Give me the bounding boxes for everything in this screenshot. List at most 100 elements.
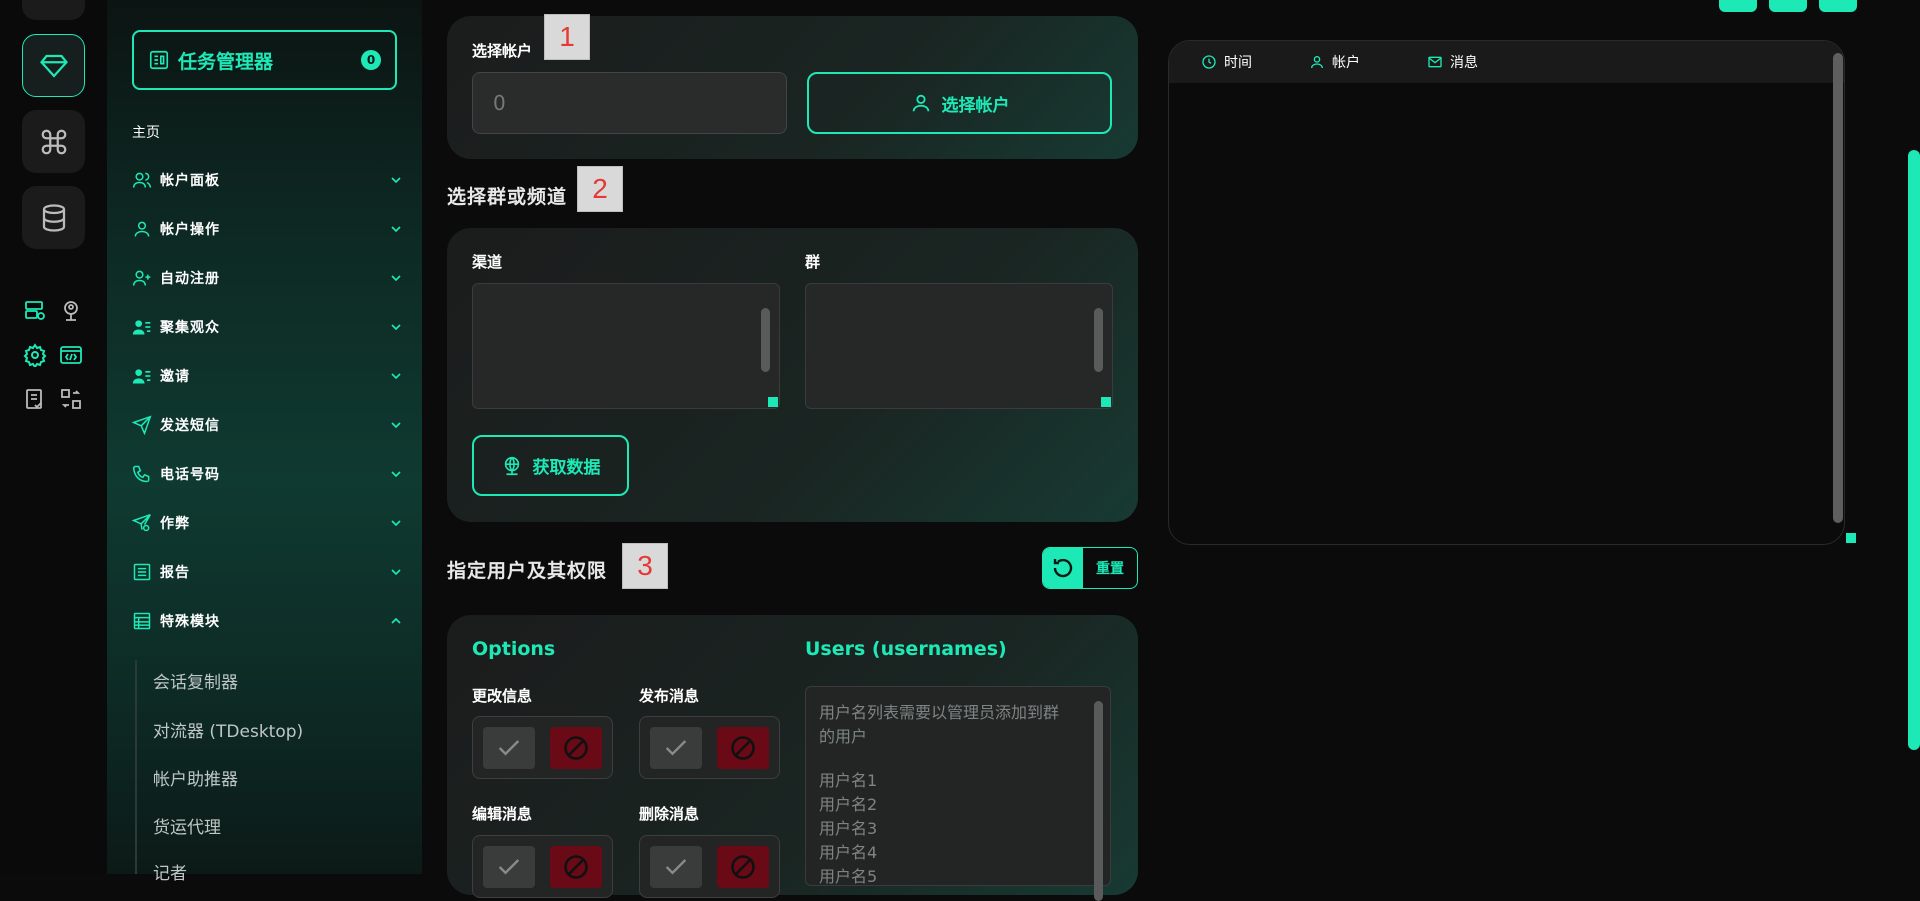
globe-icon: [504, 456, 519, 475]
resize-handle[interactable]: [1101, 397, 1111, 407]
log-column-message-label: 消息: [1450, 55, 1478, 71]
log-column-time-label: 时间: [1224, 55, 1252, 71]
resize-handle[interactable]: [768, 397, 778, 407]
sidebar-item-special-modules[interactable]: 特殊模块: [132, 609, 404, 633]
placeholder-line: 用户名2: [819, 795, 878, 814]
task-count-badge: 0: [361, 50, 381, 70]
step-marker-1: 1: [544, 14, 590, 60]
fetch-data-label: 获取数据: [532, 458, 601, 478]
log-action-button-1[interactable]: [1719, 0, 1757, 12]
sidebar-item-label: 发送短信: [160, 418, 220, 434]
log-action-button-3[interactable]: [1819, 0, 1857, 12]
options-title: Options: [472, 638, 556, 660]
sidebar-item-cheat[interactable]: 作弊: [132, 511, 404, 535]
check-icon: [498, 859, 520, 875]
deny-button[interactable]: [717, 727, 769, 769]
log-resize-handle[interactable]: [1846, 533, 1856, 543]
change-info-toggle: [472, 716, 613, 779]
submenu-session-copier[interactable]: 会话复制器: [153, 668, 238, 693]
submenu-forwarder[interactable]: 货运代理: [153, 813, 221, 838]
page-scrollbar[interactable]: [1908, 150, 1920, 750]
task-manager-label: 任务管理器: [178, 50, 274, 73]
code-window-icon[interactable]: [58, 342, 84, 368]
submenu-account-booster[interactable]: 帐户助推器: [153, 765, 238, 790]
edit-messages-toggle: [472, 835, 613, 898]
assign-users-title: 指定用户及其权限: [447, 560, 608, 582]
task-manager-button[interactable]: 任务管理器 0: [132, 30, 397, 90]
channels-scrollbar[interactable]: [761, 308, 770, 372]
delete-messages-toggle: [639, 835, 780, 898]
user-list-icon: [132, 369, 151, 384]
sidebar-item-gather-audience[interactable]: 聚集观众: [132, 315, 404, 339]
rail-top-button[interactable]: [22, 0, 85, 20]
log-column-account[interactable]: 帐户: [1309, 52, 1360, 72]
groups-scrollbar[interactable]: [1094, 308, 1103, 372]
diamond-icon[interactable]: [22, 34, 85, 97]
groups-textarea[interactable]: [805, 283, 1113, 409]
command-icon[interactable]: [22, 110, 85, 173]
submenu-converter[interactable]: 对流器 (TDesktop): [153, 717, 303, 742]
submenu-reporter[interactable]: 记者: [153, 859, 187, 884]
users-title: Users (usernames): [805, 638, 1007, 660]
check-icon: [498, 740, 520, 756]
ban-icon: [564, 855, 588, 879]
placeholder-line: 用户名3: [819, 819, 878, 838]
channels-textarea[interactable]: [472, 283, 780, 409]
deny-button[interactable]: [550, 727, 602, 769]
allow-button[interactable]: [483, 727, 535, 769]
sidebar-item-label: 聚集观众: [160, 320, 220, 336]
chevron-down-icon: [391, 177, 401, 184]
log-header: 时间 帐户 消息: [1169, 41, 1844, 83]
user-location-icon[interactable]: [58, 298, 84, 324]
database-icon[interactable]: [22, 186, 85, 249]
placeholder-gap: [819, 749, 1097, 769]
sidebar-item-auto-register[interactable]: 自动注册: [132, 266, 404, 290]
sidebar-item-report[interactable]: 报告: [132, 560, 404, 584]
reset-button[interactable]: 重置: [1042, 547, 1138, 589]
sidebar-item-label: 邀请: [160, 369, 190, 385]
chevron-down-icon: [391, 520, 401, 527]
log-column-account-label: 帐户: [1332, 55, 1360, 71]
chevron-down-icon: [391, 569, 401, 576]
allow-button[interactable]: [483, 846, 535, 888]
send-icon: [132, 415, 152, 435]
check-icon: [665, 859, 687, 875]
select-account-button[interactable]: 选择帐户: [807, 72, 1112, 134]
sidebar-item-label: 作弊: [160, 516, 190, 532]
account-count-input[interactable]: 0: [472, 72, 787, 134]
gear-icon[interactable]: [22, 342, 48, 368]
allow-button[interactable]: [650, 846, 702, 888]
clock-icon: [1202, 55, 1216, 69]
icon-rail: [0, 0, 107, 874]
server-settings-icon[interactable]: [22, 298, 48, 324]
deny-button[interactable]: [550, 846, 602, 888]
option-change-info-label: 更改信息: [472, 687, 533, 705]
sidebar-item-label: 帐户面板: [160, 173, 220, 189]
user-icon: [912, 94, 929, 112]
users-icon: [132, 172, 152, 188]
sidebar-item-label: 电话号码: [160, 467, 220, 483]
phone-icon: [132, 465, 150, 483]
sidebar-item-account-panel[interactable]: 帐户面板: [132, 168, 404, 192]
deny-button[interactable]: [717, 846, 769, 888]
usernames-scrollbar[interactable]: [1094, 701, 1103, 901]
sidebar-home-label[interactable]: 主页: [132, 122, 160, 142]
allow-button[interactable]: [650, 727, 702, 769]
log-scrollbar[interactable]: [1833, 53, 1843, 523]
sidebar-item-phone-numbers[interactable]: 电话号码: [132, 462, 404, 486]
usernames-textarea[interactable]: 用户名列表需要以管理员添加到群 的用户 用户名1 用户名2 用户名3 用户名4 …: [805, 686, 1111, 901]
log-action-button-2[interactable]: [1769, 0, 1807, 12]
sidebar-item-account-ops[interactable]: 帐户操作: [132, 217, 404, 241]
log-column-message[interactable]: 消息: [1427, 52, 1478, 72]
chevron-down-icon: [391, 275, 401, 282]
sidebar-item-invite[interactable]: 邀请: [132, 364, 404, 388]
fetch-data-button[interactable]: 获取数据: [472, 435, 629, 496]
sidebar-item-send-sms[interactable]: 发送短信: [132, 413, 404, 437]
swap-icon[interactable]: [58, 386, 84, 412]
checklist-icon[interactable]: [22, 386, 48, 412]
chevron-down-icon: [391, 471, 401, 478]
log-column-time[interactable]: 时间: [1201, 52, 1252, 72]
placeholder-line: 用户名4: [819, 843, 878, 862]
task-manager-icon: [149, 50, 169, 70]
user-icon: [1311, 56, 1323, 69]
